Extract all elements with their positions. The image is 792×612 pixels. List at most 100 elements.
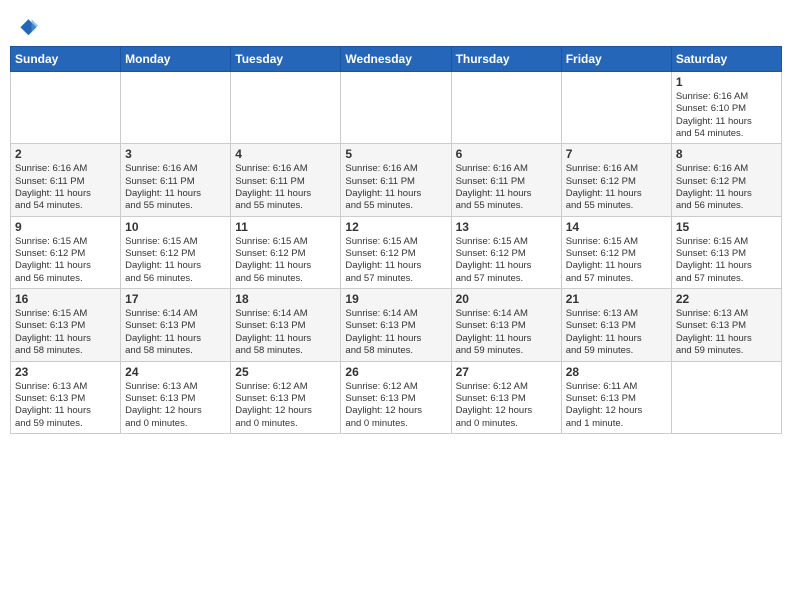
day-header-tuesday: Tuesday — [231, 47, 341, 72]
day-number: 10 — [125, 220, 226, 234]
calendar-day: 10 Sunrise: 6:15 AM Sunset: 6:12 PM Dayli… — [121, 216, 231, 288]
calendar-day: 16 Sunrise: 6:15 AM Sunset: 6:13 PM Dayli… — [11, 289, 121, 361]
logo — [14, 16, 40, 40]
day-number: 3 — [125, 147, 226, 161]
day-info: Sunrise: 6:15 AM Sunset: 6:12 PM Dayligh… — [125, 236, 226, 285]
day-info: Sunrise: 6:13 AM Sunset: 6:13 PM Dayligh… — [15, 381, 116, 430]
calendar-day — [231, 72, 341, 144]
day-info: Sunrise: 6:12 AM Sunset: 6:13 PM Dayligh… — [345, 381, 446, 430]
calendar-day: 1 Sunrise: 6:16 AM Sunset: 6:10 PM Daylig… — [671, 72, 781, 144]
day-header-saturday: Saturday — [671, 47, 781, 72]
day-info: Sunrise: 6:12 AM Sunset: 6:13 PM Dayligh… — [456, 381, 557, 430]
calendar-day: 23 Sunrise: 6:13 AM Sunset: 6:13 PM Dayli… — [11, 361, 121, 433]
calendar-day — [451, 72, 561, 144]
day-number: 21 — [566, 292, 667, 306]
calendar-day: 18 Sunrise: 6:14 AM Sunset: 6:13 PM Dayli… — [231, 289, 341, 361]
calendar-day: 19Sunrise: 6:14 AM Sunset: 6:13 PM Dayli… — [341, 289, 451, 361]
day-header-thursday: Thursday — [451, 47, 561, 72]
calendar-day: 8 Sunrise: 6:16 AM Sunset: 6:12 PM Daylig… — [671, 144, 781, 216]
day-info: Sunrise: 6:13 AM Sunset: 6:13 PM Dayligh… — [125, 381, 226, 430]
day-number: 4 — [235, 147, 336, 161]
calendar-week-5: 23 Sunrise: 6:13 AM Sunset: 6:13 PM Dayli… — [11, 361, 782, 433]
day-header-monday: Monday — [121, 47, 231, 72]
calendar-day: 25 Sunrise: 6:12 AM Sunset: 6:13 PM Dayli… — [231, 361, 341, 433]
calendar-week-1: 1 Sunrise: 6:16 AM Sunset: 6:10 PM Daylig… — [11, 72, 782, 144]
day-info: Sunrise: 6:15 AM Sunset: 6:12 PM Dayligh… — [15, 236, 116, 285]
day-number: 7 — [566, 147, 667, 161]
day-number: 25 — [235, 365, 336, 379]
day-number: 15 — [676, 220, 777, 234]
day-info: Sunrise: 6:12 AM Sunset: 6:13 PM Dayligh… — [235, 381, 336, 430]
day-number: 9 — [15, 220, 116, 234]
day-header-sunday: Sunday — [11, 47, 121, 72]
calendar-day: 20 Sunrise: 6:14 AM Sunset: 6:13 PM Dayli… — [451, 289, 561, 361]
day-number: 8 — [676, 147, 777, 161]
calendar-day: 9 Sunrise: 6:15 AM Sunset: 6:12 PM Daylig… — [11, 216, 121, 288]
calendar-day: 22 Sunrise: 6:13 AM Sunset: 6:13 PM Dayli… — [671, 289, 781, 361]
calendar-day — [341, 72, 451, 144]
calendar-day — [671, 361, 781, 433]
day-number: 12 — [345, 220, 446, 234]
day-number: 22 — [676, 292, 777, 306]
day-info: Sunrise: 6:11 AM Sunset: 6:13 PM Dayligh… — [566, 381, 667, 430]
day-info: Sunrise: 6:13 AM Sunset: 6:13 PM Dayligh… — [676, 308, 777, 357]
day-info: Sunrise: 6:16 AM Sunset: 6:11 PM Dayligh… — [456, 163, 557, 212]
calendar-header-row: SundayMondayTuesdayWednesdayThursdayFrid… — [11, 47, 782, 72]
calendar-day — [11, 72, 121, 144]
day-number: 28 — [566, 365, 667, 379]
day-number: 13 — [456, 220, 557, 234]
calendar-day: 4 Sunrise: 6:16 AM Sunset: 6:11 PM Daylig… — [231, 144, 341, 216]
day-info: Sunrise: 6:16 AM Sunset: 6:12 PM Dayligh… — [566, 163, 667, 212]
day-number: 26 — [345, 365, 446, 379]
day-info: Sunrise: 6:15 AM Sunset: 6:12 PM Dayligh… — [566, 236, 667, 285]
calendar-day: 11 Sunrise: 6:15 AM Sunset: 6:12 PM Dayli… — [231, 216, 341, 288]
day-info: Sunrise: 6:16 AM Sunset: 6:11 PM Dayligh… — [15, 163, 116, 212]
calendar-day: 2 Sunrise: 6:16 AM Sunset: 6:11 PM Daylig… — [11, 144, 121, 216]
day-number: 18 — [235, 292, 336, 306]
day-info: Sunrise: 6:16 AM Sunset: 6:11 PM Dayligh… — [125, 163, 226, 212]
calendar-week-3: 9 Sunrise: 6:15 AM Sunset: 6:12 PM Daylig… — [11, 216, 782, 288]
day-number: 2 — [15, 147, 116, 161]
day-info: Sunrise: 6:15 AM Sunset: 6:12 PM Dayligh… — [456, 236, 557, 285]
day-info: Sunrise: 6:13 AM Sunset: 6:13 PM Dayligh… — [566, 308, 667, 357]
calendar-day: 24 Sunrise: 6:13 AM Sunset: 6:13 PM Dayli… — [121, 361, 231, 433]
calendar-day: 13 Sunrise: 6:15 AM Sunset: 6:12 PM Dayli… — [451, 216, 561, 288]
calendar-day: 17 Sunrise: 6:14 AM Sunset: 6:13 PM Dayli… — [121, 289, 231, 361]
day-header-wednesday: Wednesday — [341, 47, 451, 72]
calendar-day: 7 Sunrise: 6:16 AM Sunset: 6:12 PM Daylig… — [561, 144, 671, 216]
day-number: 24 — [125, 365, 226, 379]
day-info: Sunrise: 6:16 AM Sunset: 6:10 PM Dayligh… — [676, 91, 777, 140]
day-info: Sunrise: 6:15 AM Sunset: 6:12 PM Dayligh… — [235, 236, 336, 285]
day-info: Sunrise: 6:15 AM Sunset: 6:13 PM Dayligh… — [676, 236, 777, 285]
day-info: Sunrise: 6:14 AM Sunset: 6:13 PM Dayligh… — [456, 308, 557, 357]
calendar-day: 6Sunrise: 6:16 AM Sunset: 6:11 PM Daylig… — [451, 144, 561, 216]
day-info: Sunrise: 6:14 AM Sunset: 6:13 PM Dayligh… — [235, 308, 336, 357]
calendar-day: 26 Sunrise: 6:12 AM Sunset: 6:13 PM Dayli… — [341, 361, 451, 433]
day-info: Sunrise: 6:15 AM Sunset: 6:12 PM Dayligh… — [345, 236, 446, 285]
day-info: Sunrise: 6:14 AM Sunset: 6:13 PM Dayligh… — [125, 308, 226, 357]
calendar-day: 12 Sunrise: 6:15 AM Sunset: 6:12 PM Dayli… — [341, 216, 451, 288]
day-number: 17 — [125, 292, 226, 306]
calendar-day: 5Sunrise: 6:16 AM Sunset: 6:11 PM Daylig… — [341, 144, 451, 216]
day-info: Sunrise: 6:16 AM Sunset: 6:11 PM Dayligh… — [235, 163, 336, 212]
day-number: 5 — [345, 147, 446, 161]
logo-icon — [14, 16, 38, 40]
day-header-friday: Friday — [561, 47, 671, 72]
day-number: 16 — [15, 292, 116, 306]
calendar-day — [121, 72, 231, 144]
page-header — [10, 10, 782, 40]
calendar-week-4: 16 Sunrise: 6:15 AM Sunset: 6:13 PM Dayli… — [11, 289, 782, 361]
day-info: Sunrise: 6:15 AM Sunset: 6:13 PM Dayligh… — [15, 308, 116, 357]
calendar-day: 27Sunrise: 6:12 AM Sunset: 6:13 PM Dayli… — [451, 361, 561, 433]
calendar-day: 15 Sunrise: 6:15 AM Sunset: 6:13 PM Dayli… — [671, 216, 781, 288]
calendar-day: 21 Sunrise: 6:13 AM Sunset: 6:13 PM Dayli… — [561, 289, 671, 361]
calendar-week-2: 2 Sunrise: 6:16 AM Sunset: 6:11 PM Daylig… — [11, 144, 782, 216]
day-info: Sunrise: 6:14 AM Sunset: 6:13 PM Dayligh… — [345, 308, 446, 357]
day-number: 23 — [15, 365, 116, 379]
calendar-day: 3 Sunrise: 6:16 AM Sunset: 6:11 PM Daylig… — [121, 144, 231, 216]
day-number: 20 — [456, 292, 557, 306]
day-number: 11 — [235, 220, 336, 234]
day-number: 1 — [676, 75, 777, 89]
calendar-day — [561, 72, 671, 144]
day-info: Sunrise: 6:16 AM Sunset: 6:12 PM Dayligh… — [676, 163, 777, 212]
